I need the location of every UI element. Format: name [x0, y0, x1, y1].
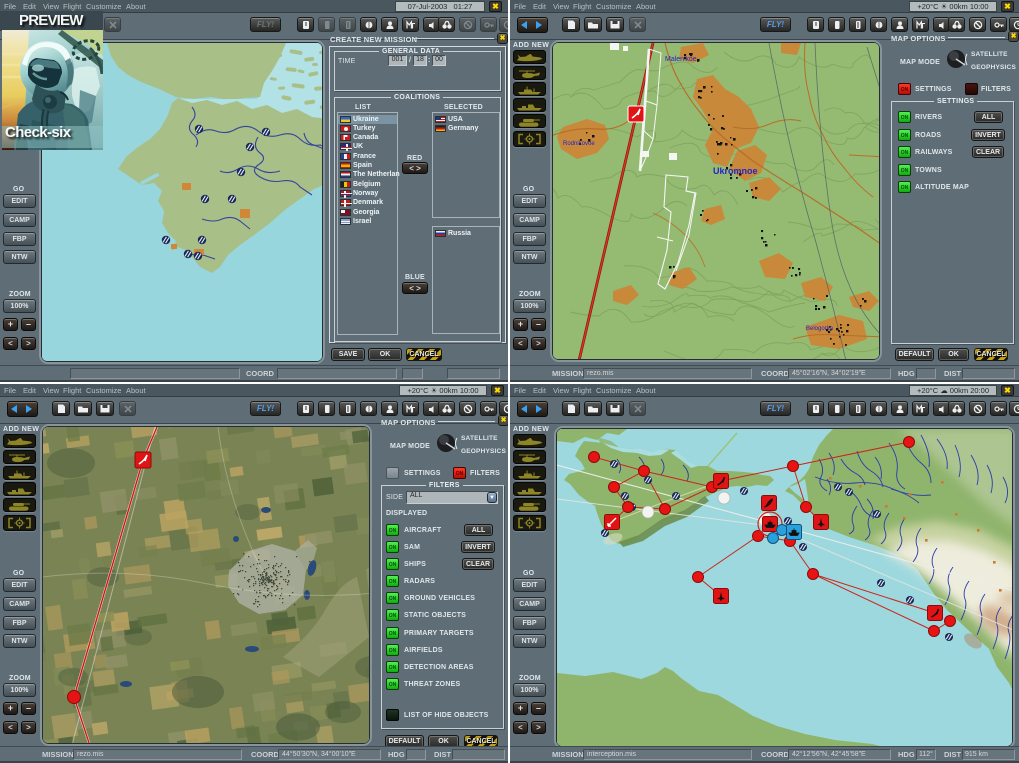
svg-text:Malen'koe: Malen'koe: [665, 56, 697, 63]
svg-text:Belogorka: Belogorka: [806, 326, 834, 332]
svg-text:Ukromnoe: Ukromnoe: [713, 166, 758, 176]
svg-text:Rodnikovoe: Rodnikovoe: [563, 141, 595, 147]
